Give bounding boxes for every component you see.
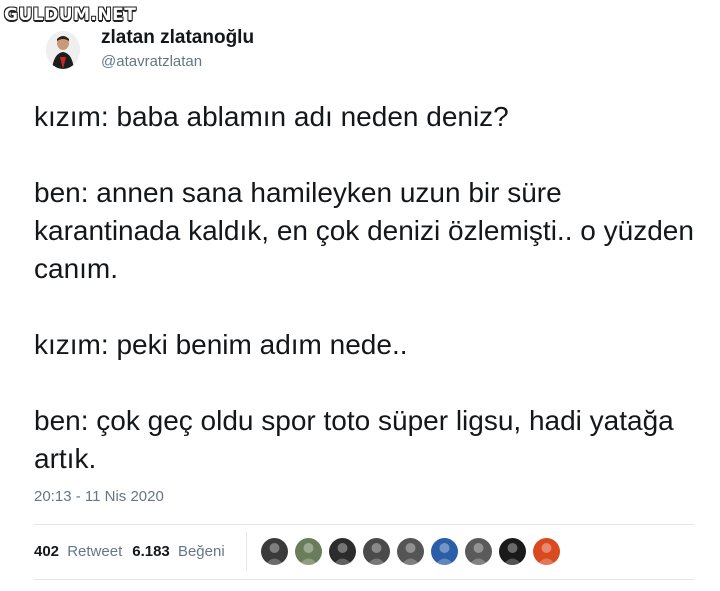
- stats-divider-top: [34, 524, 694, 525]
- author-handle[interactable]: @atavratzlatan: [101, 53, 202, 70]
- liker-avatar-1[interactable]: [261, 538, 288, 565]
- tweet-line: ben: çok geç oldu spor toto süper ligsu,…: [34, 405, 674, 474]
- liker-avatar-8[interactable]: [499, 538, 526, 565]
- tweet-line: kızım: baba ablamın adı neden deniz?: [34, 101, 509, 132]
- tweet-timestamp[interactable]: 20:13 - 11 Nis 2020: [34, 488, 164, 505]
- liker-avatar-4[interactable]: [363, 538, 390, 565]
- liker-avatars: [261, 538, 567, 565]
- stats-separator: [246, 532, 247, 570]
- liker-avatar-6[interactable]: [431, 538, 458, 565]
- liker-avatar-3[interactable]: [329, 538, 356, 565]
- like-stat[interactable]: 6.183 Beğeni: [132, 543, 224, 560]
- tweet-stats: 402 Retweet 6.183 Beğeni: [34, 543, 235, 560]
- liker-avatar-2[interactable]: [295, 538, 322, 565]
- author-display-name[interactable]: zlatan zlatanoğlu: [101, 27, 254, 49]
- stats-divider-bottom: [34, 579, 694, 580]
- like-label: Beğeni: [177, 543, 225, 560]
- retweet-label: Retweet: [67, 543, 123, 560]
- avatar-portrait-icon: [46, 31, 80, 69]
- liker-avatar-5[interactable]: [397, 538, 424, 565]
- like-count: 6.183: [132, 543, 170, 560]
- retweet-count: 402: [34, 543, 60, 560]
- liker-avatar-9[interactable]: [533, 538, 560, 565]
- author-avatar[interactable]: [46, 31, 80, 69]
- tweet-line: ben: annen sana hamileyken uzun bir süre…: [34, 177, 694, 284]
- liker-avatar-7[interactable]: [465, 538, 492, 565]
- tweet-body: kızım: baba ablamın adı neden deniz? ben…: [34, 98, 704, 478]
- site-watermark: GULDUM.NET: [4, 5, 137, 25]
- retweet-stat[interactable]: 402 Retweet: [34, 543, 122, 560]
- tweet-line: kızım: peki benim adım nede..: [34, 329, 408, 360]
